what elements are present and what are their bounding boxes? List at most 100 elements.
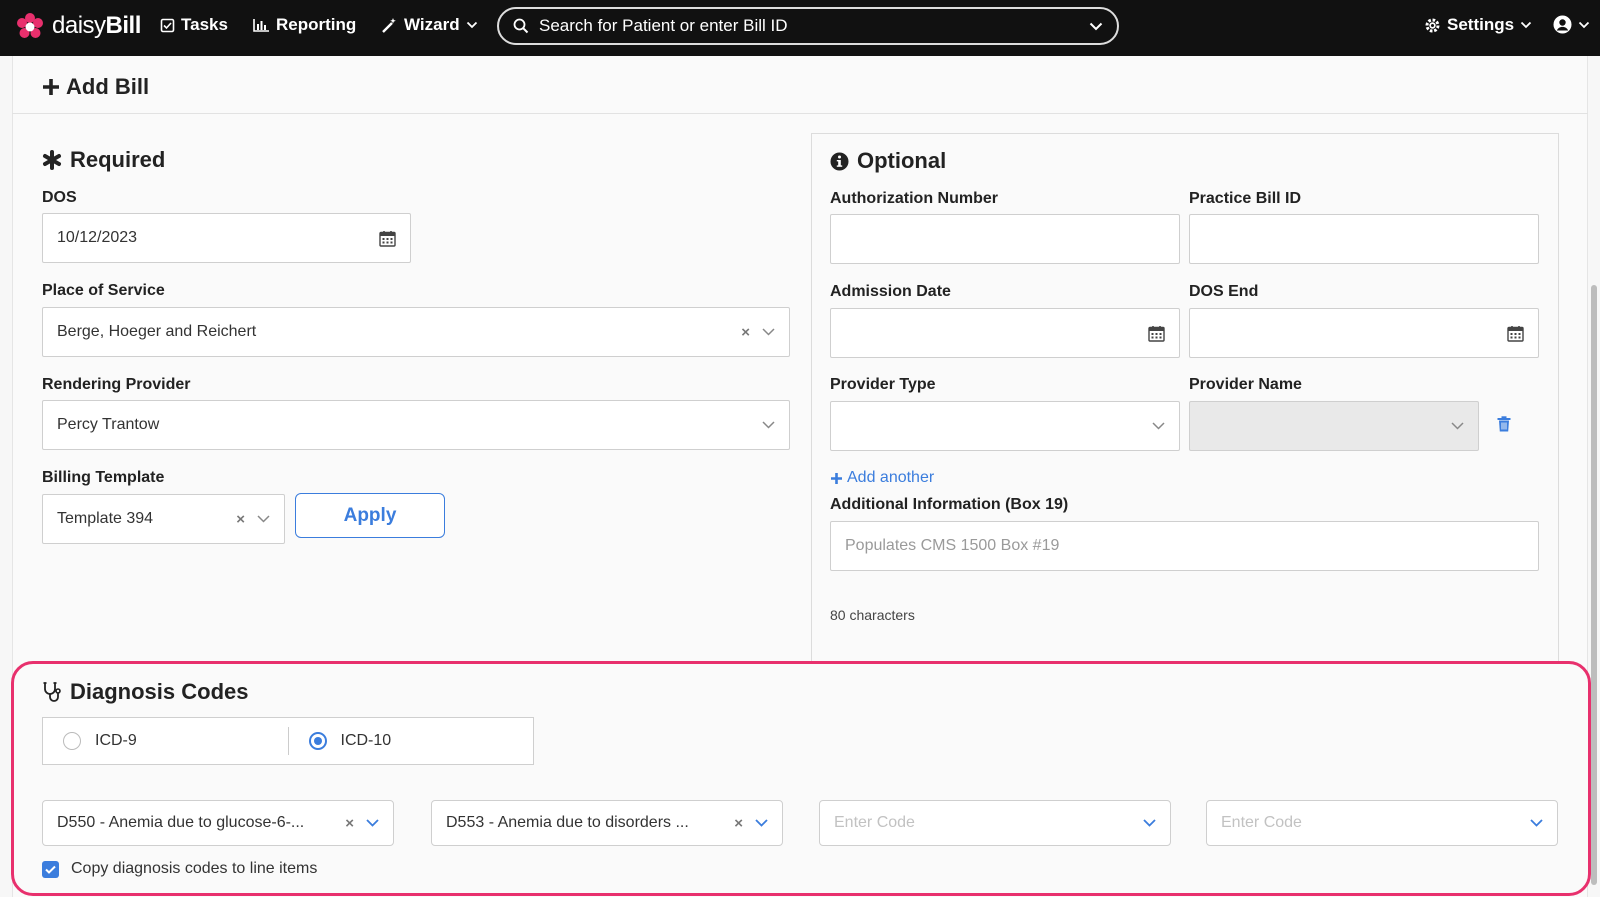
clear-icon[interactable]: × <box>236 511 245 528</box>
checkbox-checked-icon[interactable] <box>42 860 59 878</box>
place-of-service-label: Place of Service <box>42 282 165 299</box>
copy-codes-label: Copy diagnosis codes to line items <box>71 860 318 877</box>
search-placeholder: Search for Patient or enter Bill ID <box>539 16 788 35</box>
page-title-text: Add Bill <box>66 74 150 99</box>
page-header <box>12 56 1588 114</box>
diagnosis-title-text: Diagnosis Codes <box>70 679 249 704</box>
add-another-provider-link[interactable]: Add another <box>830 469 934 487</box>
chevron-down-icon <box>1152 422 1165 430</box>
calendar-icon[interactable] <box>1507 325 1524 342</box>
dos-label: DOS <box>42 189 77 206</box>
trash-icon[interactable] <box>1497 416 1511 432</box>
copy-codes-option[interactable]: Copy diagnosis codes to line items <box>42 860 317 878</box>
required-title-text: Required <box>70 147 166 172</box>
diagnosis-code-value: D553 - Anemia due to disorders ... <box>446 814 689 831</box>
clear-icon[interactable]: × <box>734 815 743 832</box>
brand-suffix: Bill <box>105 12 142 39</box>
apply-template-button[interactable]: Apply <box>295 493 445 538</box>
billing-template-select[interactable]: Template 394 × <box>42 494 285 544</box>
checkbox-icon <box>160 18 175 32</box>
chevron-down-icon <box>466 21 477 29</box>
admission-date-label: Admission Date <box>830 283 951 300</box>
calendar-icon[interactable] <box>379 230 396 247</box>
dos-date-input[interactable]: 10/12/2023 <box>42 213 411 263</box>
chevron-down-icon <box>762 421 775 429</box>
chevron-down-icon <box>1451 422 1464 430</box>
authorization-number-input[interactable] <box>830 214 1180 264</box>
rendering-provider-value: Percy Trantow <box>57 416 160 433</box>
chevron-down-icon <box>1578 21 1590 28</box>
additional-info-label: Additional Information (Box 19) <box>830 496 1069 513</box>
diagnosis-code-select-2[interactable]: D553 - Anemia due to disorders ... × <box>431 800 783 846</box>
icd9-label: ICD-9 <box>95 732 137 749</box>
daisy-logo-icon[interactable] <box>16 13 44 41</box>
dos-end-label: DOS End <box>1189 283 1259 300</box>
required-section-title: Required <box>42 147 165 173</box>
diagnosis-code-select-4[interactable]: Enter Code <box>1206 800 1558 846</box>
info-icon <box>830 152 849 170</box>
chevron-down-icon <box>755 819 768 827</box>
dos-value: 10/12/2023 <box>57 229 138 246</box>
place-of-service-select[interactable]: Berge, Hoeger and Reichert × <box>42 307 790 357</box>
chevron-down-icon <box>1089 22 1103 30</box>
chevron-down-icon <box>1530 819 1543 827</box>
asterisk-icon <box>43 150 61 170</box>
nav-settings-label: Settings <box>1447 15 1515 34</box>
authorization-number-label: Authorization Number <box>830 190 998 207</box>
provider-type-label: Provider Type <box>830 376 936 393</box>
clear-icon[interactable]: × <box>345 815 354 832</box>
chevron-down-icon <box>257 515 270 523</box>
chevron-down-icon <box>1143 819 1156 827</box>
nav-reporting-label: Reporting <box>276 15 357 34</box>
nav-settings[interactable]: Settings <box>1424 15 1532 35</box>
diagnosis-code-placeholder: Enter Code <box>834 814 915 831</box>
nav-tasks[interactable]: Tasks <box>160 15 228 35</box>
diagnosis-section-title: Diagnosis Codes <box>42 679 248 705</box>
stethoscope-icon <box>43 682 61 702</box>
chevron-down-icon <box>366 819 379 827</box>
dos-end-input[interactable] <box>1189 308 1539 358</box>
brand-logo[interactable]: daisyBill <box>52 12 141 40</box>
icd9-radio[interactable]: ICD-9 <box>43 718 288 764</box>
patient-search-box[interactable]: Search for Patient or enter Bill ID <box>497 7 1119 45</box>
rendering-provider-label: Rendering Provider <box>42 376 191 393</box>
diagnosis-code-placeholder: Enter Code <box>1221 814 1302 831</box>
bar-chart-icon <box>253 19 269 32</box>
radio-checked-icon <box>308 732 327 750</box>
diagnosis-code-select-1[interactable]: D550 - Anemia due to glucose-6-... × <box>42 800 394 846</box>
search-icon <box>513 18 529 34</box>
billing-template-value: Template 394 <box>57 510 154 527</box>
add-another-label: Add another <box>847 469 935 486</box>
place-of-service-value: Berge, Hoeger and Reichert <box>57 323 257 340</box>
top-navbar: daisyBill Tasks Reporting Wizard Search … <box>0 0 1600 56</box>
diagnosis-code-value: D550 - Anemia due to glucose-6-... <box>57 814 305 831</box>
gear-icon <box>1425 18 1440 32</box>
optional-section-title: Optional <box>830 148 946 174</box>
user-menu[interactable] <box>1553 15 1590 34</box>
plus-icon <box>43 79 59 95</box>
page-title: Add Bill <box>42 74 149 100</box>
icd10-radio[interactable]: ICD-10 <box>289 718 534 764</box>
nav-tasks-label: Tasks <box>181 15 228 34</box>
page-scrollbar[interactable] <box>1591 285 1597 885</box>
additional-info-input[interactable]: Populates CMS 1500 Box #19 <box>830 521 1539 571</box>
diagnosis-code-select-3[interactable]: Enter Code <box>819 800 1171 846</box>
additional-info-placeholder: Populates CMS 1500 Box #19 <box>845 537 1060 554</box>
provider-type-select[interactable] <box>830 401 1180 451</box>
magic-wand-icon <box>382 17 396 33</box>
clear-icon[interactable]: × <box>741 324 750 341</box>
provider-name-select[interactable] <box>1189 401 1479 451</box>
character-count: 80 characters <box>830 607 915 623</box>
rendering-provider-select[interactable]: Percy Trantow <box>42 400 790 450</box>
radio-unchecked-icon <box>63 732 81 750</box>
practice-bill-id-input[interactable] <box>1189 214 1539 264</box>
billing-template-label: Billing Template <box>42 469 165 486</box>
calendar-icon[interactable] <box>1148 325 1165 342</box>
nav-reporting[interactable]: Reporting <box>253 15 356 35</box>
brand-prefix: daisy <box>52 12 106 39</box>
admission-date-input[interactable] <box>830 308 1180 358</box>
icd10-label: ICD-10 <box>340 732 392 749</box>
optional-title-text: Optional <box>857 148 947 173</box>
icd-version-toggle: ICD-9 ICD-10 <box>42 717 534 765</box>
nav-wizard[interactable]: Wizard <box>381 15 478 35</box>
